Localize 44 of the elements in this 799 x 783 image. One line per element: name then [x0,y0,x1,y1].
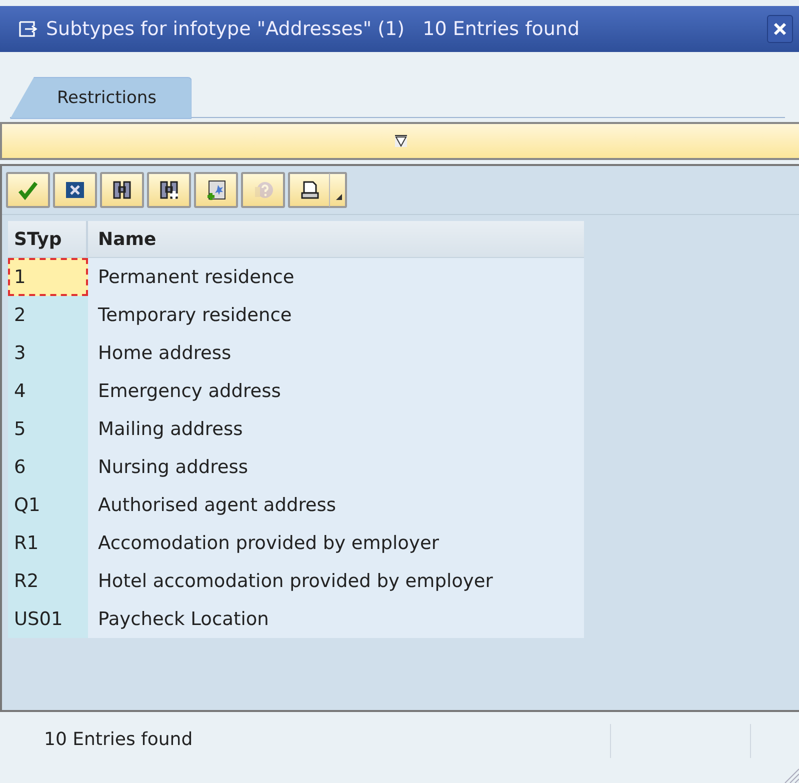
triangle-icon [394,135,406,147]
close-button[interactable] [767,15,793,43]
table-cell[interactable]: Emergency address [88,372,584,410]
table-cell[interactable]: 5 [8,410,88,448]
binoculars-icon [158,179,180,201]
table-cell[interactable]: Permanent residence [88,258,584,296]
tab[interactable]: Restrictions [10,77,192,119]
table-cell[interactable]: Authorised agent address [88,486,584,524]
table-cell[interactable]: Temporary residence [88,296,584,334]
table-cell[interactable]: 4 [8,372,88,410]
table-cell[interactable]: Hotel accomodation provided by employer [88,562,584,600]
column-header[interactable]: Name [88,221,584,257]
collapse-bar[interactable] [0,122,799,160]
help-icon [252,179,274,201]
checkmark-icon [17,179,39,201]
new-button[interactable] [194,172,238,208]
table-cell[interactable]: 1 [8,258,88,296]
table-cell[interactable]: R1 [8,524,88,562]
window-icon [18,20,38,38]
binoculars-icon [111,179,133,201]
find-next-button[interactable] [147,172,191,208]
table-cell[interactable]: R2 [8,562,88,600]
status-text: 10 Entries found [44,729,193,750]
new-entry-icon [205,179,227,201]
check-button[interactable] [6,172,50,208]
table-cell[interactable]: Nursing address [88,448,584,486]
close-icon [773,22,787,36]
dropdown-button[interactable] [329,172,347,208]
table-cell[interactable]: Home address [88,334,584,372]
table-cell[interactable]: 2 [8,296,88,334]
table-cell[interactable]: Mailing address [88,410,584,448]
table-cell[interactable]: Paycheck Location [88,600,584,638]
window-title: Subtypes for infotype "Addresses" (1) 10 Entries found [46,18,581,40]
table-cell[interactable]: US01 [8,600,88,638]
caret-icon [336,194,342,200]
print-button[interactable] [288,172,332,208]
cancel-button[interactable] [53,172,97,208]
find-button[interactable] [100,172,144,208]
table-cell[interactable]: 6 [8,448,88,486]
cancel-icon [64,179,86,201]
printer-icon [299,179,321,201]
table-cell[interactable]: Accomodation provided by employer [88,524,584,562]
table-cell[interactable]: 3 [8,334,88,372]
table-cell[interactable]: Q1 [8,486,88,524]
